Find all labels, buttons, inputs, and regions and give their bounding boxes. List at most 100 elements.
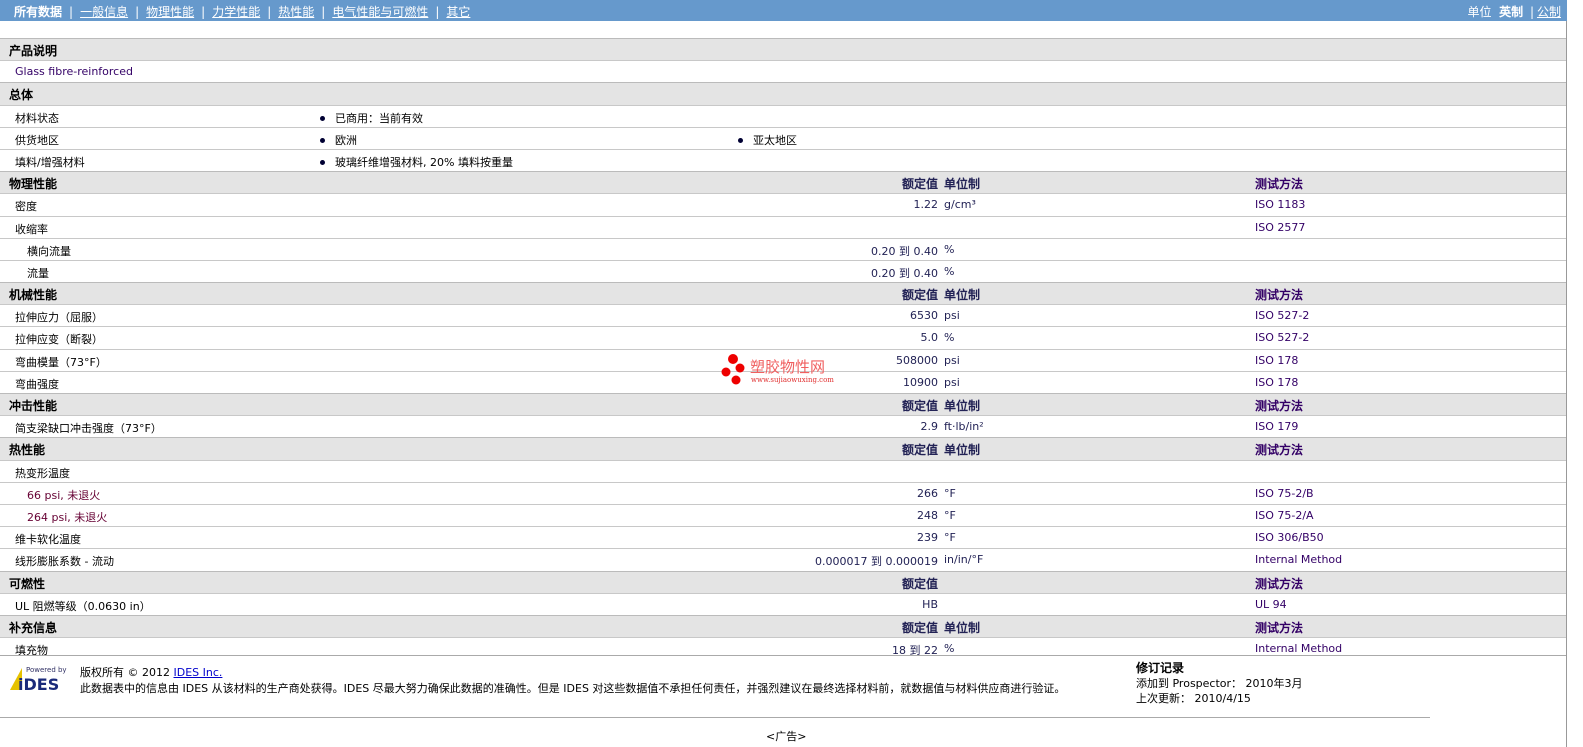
property-label: 简支梁缺口冲击强度（73°F）: [15, 422, 162, 436]
section-title: 物理性能: [9, 177, 58, 192]
bullet-item: 欧洲: [320, 132, 357, 148]
nav-electrical[interactable]: 电气性能与可燃性: [332, 5, 428, 19]
top-nav: 所有数据 | 一般信息 | 物理性能 | 力学性能 | 热性能 | 电气性能与可燃性 | 其它 单位 英…: [0, 0, 1567, 21]
section-title: 热性能: [9, 443, 46, 458]
property-label: 弯曲强度: [15, 377, 59, 391]
test-method: Internal Method: [1255, 642, 1343, 656]
property-value: 0.000017 到 0.000019: [815, 555, 938, 569]
property-label: 热变形温度: [15, 466, 70, 480]
added-value: 2010年3月: [1245, 677, 1303, 690]
test-method: ISO 2577: [1255, 220, 1306, 234]
table-row: 线形膨胀系数 - 流动 0.000017 到 0.000019 in/in/°F In…: [0, 548, 1566, 570]
copyright: 版权所有 © 2012: [80, 666, 170, 679]
table-row: 264 psi, 未退火 248 °F ISO 75-2/A: [0, 503, 1566, 526]
section-title: 机械性能: [9, 288, 58, 303]
property-label: 维卡软化温度: [15, 533, 81, 547]
header-value: 额定值: [901, 177, 938, 192]
property-value: 248: [917, 508, 938, 522]
table-row: 流量 0.20 到 0.40%: [0, 259, 1566, 282]
revision-history: 修订记录 添加到 Prospector： 2010年3月 上次更新： 2010/…: [1136, 661, 1303, 706]
footer: Powered by iDES 版权所有 © 2012 IDES Inc. 此数…: [0, 655, 1566, 720]
section-header: 补充信息 额定值 单位制 测试方法: [0, 614, 1566, 638]
property-value: 10900: [903, 375, 938, 389]
nav-general[interactable]: 一般信息: [80, 5, 128, 19]
header-value: 额定值: [901, 620, 938, 635]
section-header: 热性能 额定值 单位制 测试方法: [0, 437, 1566, 460]
property-unit: psi: [944, 309, 960, 323]
property-unit: °F: [944, 508, 956, 522]
table-row: 供货地区 欧洲 亚太地区: [0, 126, 1566, 149]
property-value: 2.9: [920, 420, 939, 434]
table-row: 横向流量 0.20 到 0.40%: [0, 237, 1566, 260]
property-unit: %: [944, 642, 955, 656]
property-label: 66 psi, 未退火: [27, 488, 101, 502]
header-value: 额定值: [901, 443, 938, 458]
test-method: ISO 306/B50: [1255, 531, 1324, 545]
bullet-icon: [320, 138, 325, 144]
header-method: 测试方法: [1255, 576, 1304, 591]
section-header: 产品说明: [0, 38, 1566, 61]
nav-all-data[interactable]: 所有数据: [14, 5, 62, 19]
property-value: 1.22: [913, 198, 939, 212]
unit-metric-link[interactable]: 公制: [1537, 5, 1561, 19]
section-header: 总体: [0, 82, 1566, 105]
test-method: UL 94: [1255, 597, 1287, 611]
bullet-icon: [738, 138, 743, 144]
nav-other[interactable]: 其它: [446, 5, 470, 19]
property-label: 线形膨胀系数 - 流动: [15, 555, 114, 569]
property-value: 0.20 到 0.40: [871, 244, 938, 258]
header-unit: 单位制: [944, 288, 981, 303]
table-row: 收缩率 ISO 2577: [0, 215, 1566, 238]
property-label: 流量: [27, 266, 49, 280]
property-unit: psi: [944, 375, 960, 389]
svg-text:iDES: iDES: [18, 675, 59, 692]
units-label: 单位: [1467, 5, 1492, 19]
property-value: 266: [917, 486, 938, 500]
header-value: 额定值: [901, 288, 938, 303]
bullet-item: 已商用：当前有效: [320, 110, 423, 126]
header-method: 测试方法: [1255, 177, 1304, 192]
table-row: UL 阻燃等级（0.0630 in） HB UL 94: [0, 592, 1566, 615]
watermark-logo: 塑胶物性网 www.sujiaowuxing.com: [721, 354, 834, 385]
ides-link[interactable]: IDES Inc.: [174, 666, 223, 679]
section-title: 总体: [9, 88, 34, 103]
header-method: 测试方法: [1255, 443, 1304, 458]
divider: [0, 717, 1430, 718]
property-value: HB: [922, 597, 938, 611]
updated-value: 2010/4/15: [1194, 692, 1251, 705]
test-method: ISO 178: [1255, 353, 1299, 367]
nav-thermal[interactable]: 热性能: [278, 5, 314, 19]
test-method: ISO 179: [1255, 420, 1299, 434]
property-label: UL 阻燃等级（0.0630 in）: [15, 599, 151, 613]
property-unit: %: [944, 331, 955, 345]
header-unit: 单位制: [944, 443, 981, 458]
header-value: 额定值: [901, 576, 938, 591]
test-method: ISO 75-2/A: [1255, 508, 1314, 522]
property-label: 拉伸应变（断裂）: [15, 333, 103, 347]
header-method: 测试方法: [1255, 620, 1304, 635]
table-row: 热变形温度: [0, 459, 1566, 482]
header-unit: 单位制: [944, 620, 981, 635]
svg-text:塑胶物性网: 塑胶物性网: [750, 358, 825, 376]
section-header: 可燃性 额定值 测试方法: [0, 570, 1566, 593]
nav-physical[interactable]: 物理性能: [146, 5, 194, 19]
section-title: 冲击性能: [9, 399, 58, 413]
property-label: 弯曲模量（73°F）: [15, 355, 107, 369]
svg-text:www.sujiaowuxing.com: www.sujiaowuxing.com: [751, 376, 834, 384]
product-description: Glass fibre-reinforced: [15, 65, 133, 79]
svg-text:Powered by: Powered by: [26, 666, 67, 674]
test-method: ISO 75-2/B: [1255, 486, 1314, 500]
table-row: 简支梁缺口冲击强度（73°F） 2.9 ft·lb/in² ISO 179: [0, 415, 1566, 437]
nav-mechanical[interactable]: 力学性能: [212, 5, 260, 19]
property-unit: °F: [944, 531, 956, 545]
property-unit: ft·lb/in²: [944, 420, 984, 434]
property-value: 5.0: [920, 331, 939, 345]
revision-title: 修订记录: [1136, 661, 1185, 675]
table-row: 密度 1.22 g/cm³ ISO 1183: [0, 193, 1566, 215]
section-header: 物理性能 额定值 单位制 测试方法: [0, 171, 1566, 194]
bullet-icon: [320, 160, 325, 166]
property-label: 收缩率: [15, 222, 48, 236]
property-label: 264 psi, 未退火: [27, 510, 108, 524]
test-method: Internal Method: [1255, 553, 1343, 567]
property-value: 6530: [910, 309, 938, 323]
